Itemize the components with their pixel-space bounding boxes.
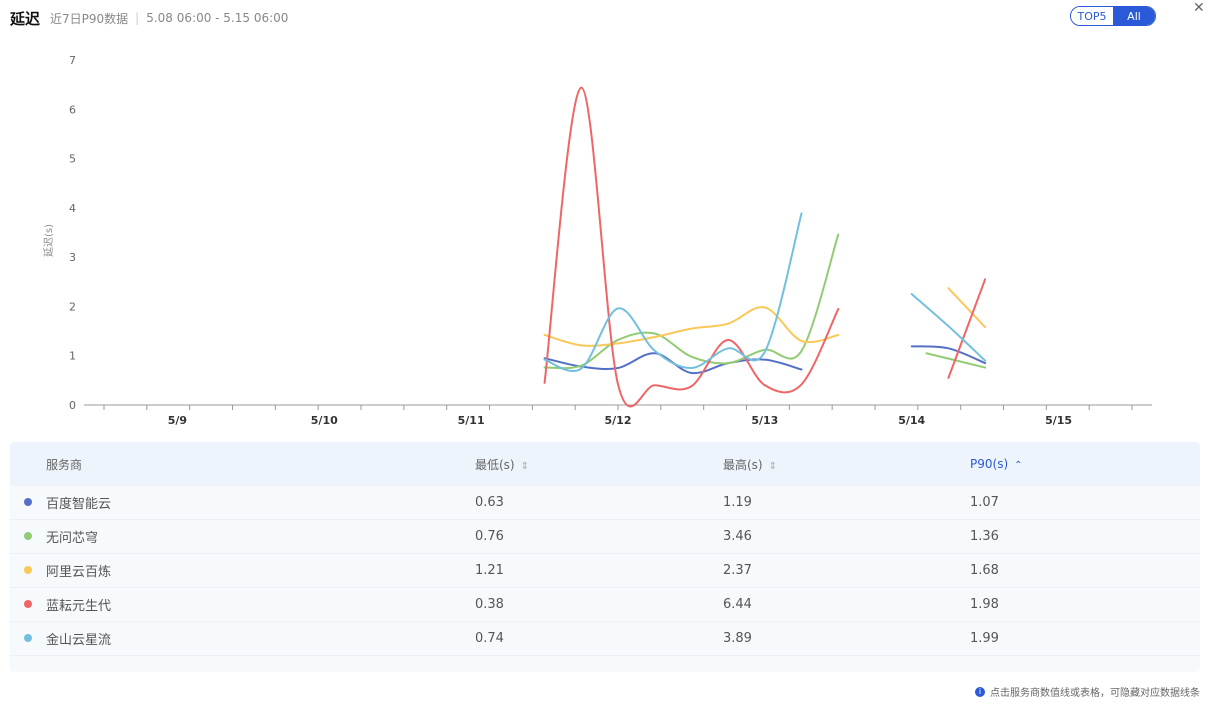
x-tick-label: 5/11: [458, 414, 485, 427]
min-value: 0.63: [475, 495, 504, 510]
min-value: 0.76: [475, 529, 504, 544]
close-icon[interactable]: ✕: [1193, 0, 1205, 16]
y-tick-label: 2: [69, 300, 76, 313]
table-row[interactable]: 无问芯穹 0.76 3.46 1.36: [10, 520, 1200, 554]
divider: |: [135, 11, 140, 25]
series-line: [543, 212, 803, 372]
p90-value: 1.68: [970, 563, 999, 578]
y-tick-label: 1: [69, 350, 76, 363]
legend-dot-icon: [24, 600, 32, 608]
y-tick-label: 4: [69, 202, 76, 215]
table-header: 服务商 最低(s) ⇕ 最高(s) ⇕ P90(s) ⌃: [10, 442, 1200, 486]
x-tick-label: 5/10: [311, 414, 338, 427]
p90-value: 1.98: [970, 597, 999, 612]
p90-value: 1.36: [970, 529, 999, 544]
provider-name: 阿里云百炼: [46, 565, 112, 580]
y-tick-label: 5: [69, 153, 76, 166]
toggle-top5[interactable]: TOP5: [1071, 7, 1113, 25]
y-tick-label: 7: [69, 54, 76, 67]
max-value: 1.19: [723, 495, 752, 510]
min-value: 1.21: [475, 563, 504, 578]
legend-dot-icon: [24, 498, 32, 506]
toggle-all[interactable]: All: [1113, 7, 1155, 25]
x-tick-label: 5/12: [605, 414, 632, 427]
sort-icon[interactable]: ⇕: [769, 461, 777, 472]
provider-name: 蓝耘元生代: [46, 599, 112, 614]
table-row[interactable]: 阿里云百炼 1.21 2.37 1.68: [10, 554, 1200, 588]
time-range: 5.08 06:00 - 5.15 06:00: [146, 11, 289, 25]
max-value: 2.37: [723, 563, 752, 578]
page-subtitle: 近7日P90数据: [50, 11, 129, 26]
max-value: 6.44: [723, 597, 752, 612]
provider-table: 服务商 最低(s) ⇕ 最高(s) ⇕ P90(s) ⌃ 百度智能云 0.63 1.19 1…: [10, 442, 1200, 672]
page-title: 延迟: [10, 9, 41, 28]
header-p90-label: P90(s): [970, 457, 1009, 471]
legend-dot-icon: [24, 566, 32, 574]
provider-name: 金山云星流: [46, 633, 112, 648]
x-tick-label: 5/14: [898, 414, 925, 427]
max-value: 3.89: [723, 631, 752, 646]
x-tick-label: 5/13: [751, 414, 778, 427]
min-value: 0.74: [475, 631, 504, 646]
header: 延迟 近7日P90数据 | 5.08 06:00 - 5.15 06:00: [10, 8, 288, 28]
x-tick-label: 5/15: [1045, 414, 1072, 427]
provider-name: 百度智能云: [46, 497, 112, 512]
hint-note: i 点击服务商数值线或表格，可隐藏对应数据线条: [975, 684, 1200, 699]
table-row[interactable]: 蓝耘元生代 0.38 6.44 1.98: [10, 588, 1200, 622]
header-max[interactable]: 最高(s) ⇕: [723, 456, 777, 473]
table-row[interactable]: 百度智能云 0.63 1.19 1.07: [10, 486, 1200, 520]
series-line: [543, 233, 840, 370]
series-line: [543, 306, 840, 347]
header-min-label: 最低(s): [475, 457, 515, 472]
y-tick-label: 6: [69, 103, 76, 116]
series-line: [910, 293, 987, 362]
y-tick-label: 3: [69, 251, 76, 264]
table-row[interactable]: 金山云星流 0.74 3.89 1.99: [10, 622, 1200, 656]
latency-chart: 0 1 2 3 4 5 6 7 延迟(s) 5/9 5/10 5/11 5/12 5/13 5/14 5/15: [42, 54, 1152, 427]
provider-name: 无问芯穹: [46, 531, 99, 546]
table-body: 百度智能云 0.63 1.19 1.07 无问芯穹 0.76 3.46 1.36 阿里云百炼 1.…: [10, 486, 1200, 656]
header-min[interactable]: 最低(s) ⇕: [475, 456, 529, 473]
x-tick-label: 5/9: [168, 414, 187, 427]
legend-dot-icon: [24, 634, 32, 642]
sort-up-icon[interactable]: ⌃: [1014, 460, 1022, 471]
min-value: 0.38: [475, 597, 504, 612]
info-icon: i: [975, 686, 985, 697]
max-value: 3.46: [723, 529, 752, 544]
p90-value: 1.99: [970, 631, 999, 646]
header-provider: 服务商: [46, 457, 83, 472]
y-tick-label: 0: [69, 399, 76, 412]
y-axis-label: 延迟(s): [42, 224, 55, 257]
hint-text: 点击服务商数值线或表格，可隐藏对应数据线条: [990, 688, 1200, 699]
top5-all-toggle[interactable]: TOP5 All: [1070, 6, 1156, 26]
p90-value: 1.07: [970, 495, 999, 510]
header-max-label: 最高(s): [723, 457, 763, 472]
header-p90[interactable]: P90(s) ⌃: [970, 457, 1023, 471]
sort-icon[interactable]: ⇕: [521, 461, 529, 472]
legend-dot-icon: [24, 532, 32, 540]
